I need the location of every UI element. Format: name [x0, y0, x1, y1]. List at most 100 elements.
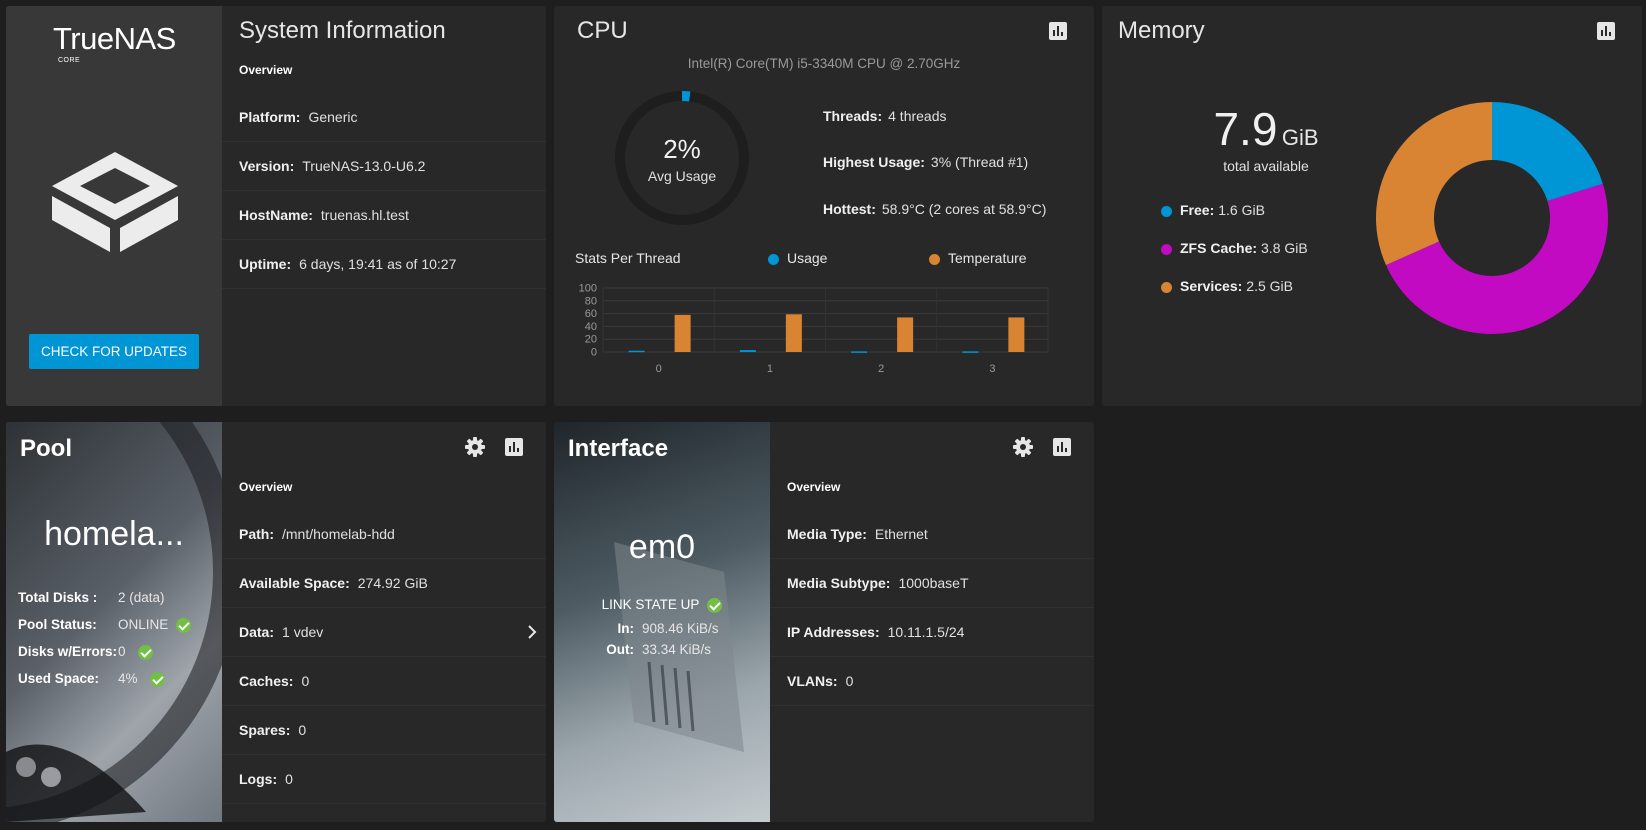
cpu-title: CPU: [577, 17, 628, 44]
memory-card: Memory 7.9 GiB total available Free: 1.6 …: [1102, 6, 1642, 406]
memory-services-stat: Services: 2.5 GiB: [1161, 278, 1293, 294]
pool-image-panel: Pool homela... Total Disks :2 (data) Poo…: [6, 422, 222, 822]
y-tick-label: 40: [585, 321, 597, 333]
pool-caches-row: Caches: 0: [222, 657, 546, 706]
pool-used-space: Used Space: 4%: [18, 671, 165, 687]
temperature-bar: [674, 314, 691, 352]
x-tick-label: 3: [989, 363, 995, 375]
cpu-thread-chart: 1008060402000 1 2 3: [579, 283, 1049, 375]
version-row: Version: TrueNAS-13.0-U6.2: [222, 142, 546, 191]
temperature-bar: [897, 317, 914, 352]
interface-out-rate: Out: 33.34 KiB/s: [606, 642, 712, 657]
temperature-bar: [1008, 317, 1025, 352]
usage-bar: [628, 350, 645, 353]
status-ok-icon: [176, 617, 192, 633]
link-up-icon: [707, 597, 723, 613]
hostname-row: HostName: truenas.hl.test: [222, 191, 546, 240]
link-state: LINK STATE UP: [554, 597, 770, 613]
cpu-card: CPU Intel(R) Core(TM) i5-3340M CPU @ 2.7…: [554, 6, 1094, 406]
bar-chart-icon: [1049, 22, 1067, 40]
platform-row: Platform: Generic: [222, 93, 546, 142]
errors-ok-icon: [137, 644, 153, 660]
used-ok-icon: [149, 671, 165, 687]
highest-usage-stat: Highest Usage: 3% (Thread #1): [823, 154, 1029, 170]
bar-chart-icon: [505, 438, 523, 456]
y-tick-label: 80: [585, 295, 597, 307]
gear-icon: [1013, 437, 1033, 457]
pool-card: Pool homela... Total Disks :2 (data) Poo…: [6, 422, 546, 822]
memory-total-label: total available: [1223, 158, 1309, 174]
bar-chart-icon: [1597, 22, 1615, 40]
y-tick-label: 100: [579, 283, 597, 295]
threads-stat: Threads: 4 threads: [823, 108, 947, 124]
services-dot-icon: [1161, 281, 1172, 293]
cpu-avg-label: Avg Usage: [647, 168, 717, 184]
chevron-right-icon: [528, 625, 537, 639]
media-subtype-row: Media Subtype: 1000baseT: [770, 559, 1094, 608]
interface-overview-heading: Overview: [787, 480, 841, 494]
pool-available-row: Available Space: 274.92 GiB: [222, 559, 546, 608]
pool-reports-button[interactable]: [503, 436, 525, 458]
cpu-avg-value: 2%: [663, 134, 701, 164]
free-dot-icon: [1161, 205, 1172, 217]
memory-reports-button[interactable]: [1595, 20, 1617, 42]
check-for-updates-button[interactable]: CHECK FOR UPDATES: [29, 334, 199, 369]
interface-settings-button[interactable]: [1012, 436, 1034, 458]
memory-donut-chart: [1376, 102, 1608, 334]
usage-bar: [739, 350, 756, 352]
memory-zfs-stat: ZFS Cache: 3.8 GiB: [1161, 240, 1308, 256]
overview-heading: Overview: [239, 63, 293, 77]
services-slice: [1376, 102, 1492, 266]
hottest-stat: Hottest: 58.9°C (2 cores at 58.9°C): [823, 201, 1047, 217]
pool-spares-row: Spares: 0: [222, 706, 546, 755]
vlans-row: VLANs: 0: [770, 657, 1094, 706]
y-tick-label: 0: [591, 347, 597, 359]
temperature-dot-icon: [929, 253, 940, 265]
free-slice: [1492, 102, 1603, 201]
system-logo-panel: TrueNAS CORE CHECK FOR UPDATES: [6, 6, 222, 406]
x-tick-label: 1: [767, 363, 773, 375]
pool-logs-row: Logs: 0: [222, 755, 546, 804]
interface-name: em0: [628, 528, 696, 566]
x-tick-label: 0: [656, 363, 662, 375]
y-tick-label: 60: [585, 308, 597, 320]
memory-free-stat: Free: 1.6 GiB: [1161, 202, 1265, 218]
truenas-logo: TrueNAS CORE: [53, 21, 176, 64]
interface-image-panel: Interface em0 LINK STATE UP In: 908.46 Ki…: [554, 422, 770, 822]
usage-dot-icon: [768, 253, 779, 265]
legend-usage: Usage: [768, 250, 827, 266]
pool-path-row: Path:/mnt/homelab-hdd: [222, 510, 546, 559]
cpu-model: Intel(R) Core(TM) i5-3340M CPU @ 2.70GHz: [687, 56, 961, 71]
ip-addresses-row: IP Addresses: 10.11.1.5/24: [770, 608, 1094, 657]
interface-in-rate: In: 908.46 KiB/s: [617, 621, 719, 636]
truenas-emblem-icon: [52, 152, 178, 252]
pool-settings-button[interactable]: [464, 436, 486, 458]
zfs-cache-dot-icon: [1161, 243, 1172, 255]
cpu-reports-button[interactable]: [1047, 20, 1069, 42]
usage-bar: [962, 351, 979, 353]
pool-status: Pool Status: ONLINE: [18, 617, 192, 633]
memory-total: 7.9 GiB: [1213, 103, 1319, 155]
y-tick-label: 20: [585, 334, 597, 346]
stats-per-thread-label: Stats Per Thread: [575, 250, 681, 266]
legend-temperature: Temperature: [929, 250, 1027, 266]
temperature-bar: [785, 314, 802, 352]
pool-disk-errors: Disks w/Errors:0: [18, 644, 153, 660]
pool-data-row[interactable]: Data: 1 vdev: [222, 608, 546, 657]
media-type-row: Media Type: Ethernet: [770, 510, 1094, 559]
x-tick-label: 2: [878, 363, 884, 375]
interface-title: Interface: [568, 435, 669, 462]
pool-title: Pool: [20, 435, 72, 462]
pool-overview-heading: Overview: [239, 480, 293, 494]
uptime-row: Uptime: 6 days, 19:41 as of 10:27: [222, 240, 546, 289]
interface-reports-button[interactable]: [1051, 436, 1073, 458]
system-info-title: System Information: [239, 17, 446, 44]
interface-card: Interface em0 LINK STATE UP In: 908.46 Ki…: [554, 422, 1094, 822]
pool-name: homela...: [44, 515, 184, 553]
gear-icon: [465, 437, 485, 457]
bar-chart-icon: [1053, 438, 1071, 456]
usage-bar: [851, 351, 868, 353]
system-information-card: TrueNAS CORE CHECK FOR UPDATES System In…: [6, 6, 546, 406]
memory-title: Memory: [1118, 17, 1205, 44]
pool-total-disks: Total Disks :2 (data): [18, 590, 165, 605]
